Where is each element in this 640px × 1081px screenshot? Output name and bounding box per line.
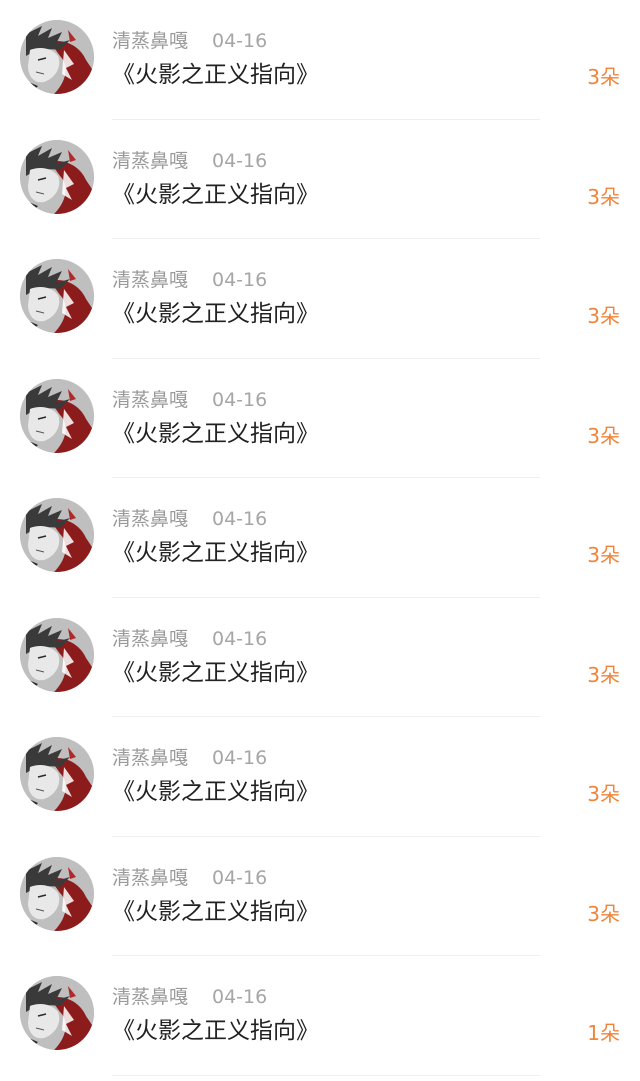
- user-name: 清蒸鼻嘎: [112, 269, 189, 291]
- list-item[interactable]: 清蒸鼻嘎 04-16 《火影之正义指向》 3朵: [0, 717, 640, 837]
- gift-count: 3朵: [587, 543, 620, 567]
- user-name: 清蒸鼻嘎: [112, 866, 189, 889]
- book-title[interactable]: 《火影之正义指向》: [112, 897, 319, 927]
- gift-count: 3朵: [587, 662, 620, 687]
- record-date: 04-16: [212, 388, 268, 411]
- list-item[interactable]: 清蒸鼻嘎 04-16 《火影之正义指向》 3朵: [0, 120, 640, 239]
- avatar[interactable]: [20, 378, 94, 453]
- gift-count: 3朵: [587, 782, 620, 806]
- avatar[interactable]: [20, 498, 94, 572]
- gift-count: 3朵: [587, 65, 620, 89]
- list-item[interactable]: 清蒸鼻嘎 04-16 《火影之正义指向》 3朵: [0, 359, 640, 478]
- user-name: 清蒸鼻嘎: [112, 388, 189, 411]
- record-date: 04-16: [212, 269, 268, 291]
- list-item[interactable]: 清蒸鼻嘎 04-16 《火影之正义指向》 1朵: [0, 956, 640, 1076]
- record-date: 04-16: [212, 866, 268, 889]
- book-title[interactable]: 《火影之正义指向》: [112, 60, 319, 90]
- avatar[interactable]: [20, 139, 94, 214]
- record-date: 04-16: [212, 508, 268, 530]
- avatar[interactable]: [20, 259, 94, 333]
- anime-avatar-icon: [20, 20, 94, 94]
- gift-count: 1朵: [587, 1021, 620, 1045]
- record-date: 04-16: [212, 986, 268, 1008]
- book-title[interactable]: 《火影之正义指向》: [112, 777, 319, 807]
- book-title[interactable]: 《火影之正义指向》: [112, 299, 319, 329]
- avatar[interactable]: [20, 737, 94, 811]
- anime-avatar-icon: [20, 259, 94, 333]
- list-item[interactable]: 清蒸鼻嘎 04-16 《火影之正义指向》 3朵: [0, 598, 640, 717]
- record-date: 04-16: [212, 627, 268, 650]
- anime-avatar-icon: [20, 498, 94, 572]
- gift-record-list: 清蒸鼻嘎 04-16 《火影之正义指向》 3朵 清蒸鼻嘎 04-16 《火影之正…: [0, 0, 640, 1081]
- book-title[interactable]: 《火影之正义指向》: [112, 1016, 319, 1046]
- list-item[interactable]: 清蒸鼻嘎 04-16 《火影之正义指向》 3朵: [0, 239, 640, 359]
- user-name: 清蒸鼻嘎: [112, 747, 189, 769]
- list-item[interactable]: 清蒸鼻嘎 04-16 《火影之正义指向》 3朵: [0, 478, 640, 598]
- avatar[interactable]: [20, 976, 94, 1050]
- user-name: 清蒸鼻嘎: [112, 627, 189, 650]
- list-item[interactable]: 清蒸鼻嘎 04-16 《火影之正义指向》 3朵: [0, 837, 640, 956]
- user-name: 清蒸鼻嘎: [112, 149, 189, 172]
- record-date: 04-16: [212, 149, 268, 172]
- anime-avatar-icon: [20, 976, 94, 1050]
- gift-count: 3朵: [587, 184, 620, 209]
- book-title[interactable]: 《火影之正义指向》: [112, 419, 319, 449]
- anime-avatar-icon: [20, 617, 94, 692]
- book-title[interactable]: 《火影之正义指向》: [112, 658, 319, 688]
- divider: [112, 1074, 540, 1076]
- gift-count: 3朵: [587, 423, 620, 448]
- user-name: 清蒸鼻嘎: [112, 508, 189, 530]
- gift-count: 3朵: [587, 304, 620, 328]
- book-title[interactable]: 《火影之正义指向》: [112, 538, 319, 568]
- book-title[interactable]: 《火影之正义指向》: [112, 180, 319, 210]
- record-date: 04-16: [212, 747, 268, 769]
- list-item[interactable]: 清蒸鼻嘎 04-16 《火影之正义指向》 3朵: [0, 0, 640, 120]
- avatar[interactable]: [20, 617, 94, 692]
- user-name: 清蒸鼻嘎: [112, 986, 189, 1008]
- record-date: 04-16: [212, 30, 268, 52]
- avatar[interactable]: [20, 856, 94, 931]
- avatar[interactable]: [20, 20, 94, 94]
- user-name: 清蒸鼻嘎: [112, 30, 189, 52]
- anime-avatar-icon: [20, 856, 94, 931]
- anime-avatar-icon: [20, 378, 94, 453]
- anime-avatar-icon: [20, 737, 94, 811]
- anime-avatar-icon: [20, 139, 94, 214]
- gift-count: 3朵: [587, 901, 620, 926]
